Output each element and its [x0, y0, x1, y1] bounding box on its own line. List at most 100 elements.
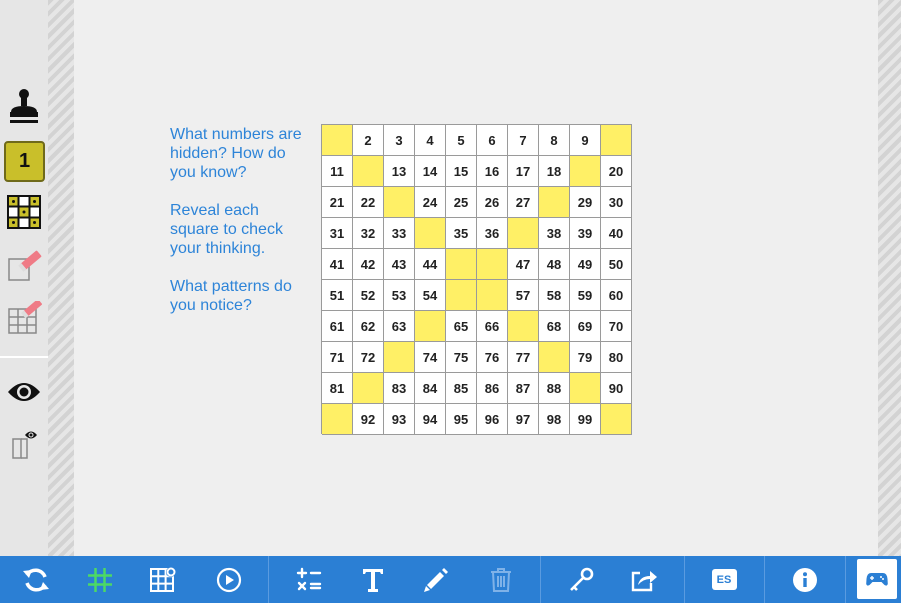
number-cell[interactable]: 42 — [353, 249, 384, 280]
number-cell[interactable]: 11 — [322, 156, 353, 187]
number-cell[interactable]: 50 — [601, 249, 632, 280]
number-cell[interactable]: 36 — [477, 218, 508, 249]
hidden-number-cell[interactable] — [601, 404, 632, 435]
number-cell[interactable]: 16 — [477, 156, 508, 187]
number-cell[interactable]: 74 — [415, 342, 446, 373]
number-cell[interactable]: 27 — [508, 187, 539, 218]
number-cell[interactable]: 75 — [446, 342, 477, 373]
number-cell[interactable]: 30 — [601, 187, 632, 218]
number-cell[interactable]: 41 — [322, 249, 353, 280]
language-button[interactable]: ES — [702, 556, 746, 603]
number-cell[interactable]: 98 — [539, 404, 570, 435]
number-cell[interactable]: 79 — [570, 342, 601, 373]
number-cell[interactable]: 85 — [446, 373, 477, 404]
number-cell[interactable]: 96 — [477, 404, 508, 435]
number-cell[interactable]: 5 — [446, 125, 477, 156]
number-cell[interactable]: 72 — [353, 342, 384, 373]
number-cell[interactable]: 47 — [508, 249, 539, 280]
number-cell[interactable]: 94 — [415, 404, 446, 435]
number-cell[interactable]: 83 — [384, 373, 415, 404]
number-cell[interactable]: 15 — [446, 156, 477, 187]
number-cell[interactable]: 66 — [477, 311, 508, 342]
hidden-number-cell[interactable] — [322, 404, 353, 435]
erase-grid-tool-button[interactable] — [4, 298, 44, 338]
number-cell[interactable]: 77 — [508, 342, 539, 373]
number-cell[interactable]: 80 — [601, 342, 632, 373]
hidden-number-cell[interactable] — [477, 280, 508, 311]
number-cell[interactable]: 68 — [539, 311, 570, 342]
number-cell[interactable]: 44 — [415, 249, 446, 280]
number-cell[interactable]: 18 — [539, 156, 570, 187]
number-cell[interactable]: 57 — [508, 280, 539, 311]
number-cell[interactable]: 59 — [570, 280, 601, 311]
number-cell[interactable]: 69 — [570, 311, 601, 342]
hidden-number-cell[interactable] — [508, 311, 539, 342]
number-cell[interactable]: 33 — [384, 218, 415, 249]
hidden-number-cell[interactable] — [570, 373, 601, 404]
reveal-square-tool-button[interactable] — [4, 424, 44, 464]
number-cell[interactable]: 99 — [570, 404, 601, 435]
number-cell[interactable]: 87 — [508, 373, 539, 404]
number-cell[interactable]: 61 — [322, 311, 353, 342]
number-cell[interactable]: 21 — [322, 187, 353, 218]
number-cell[interactable]: 58 — [539, 280, 570, 311]
hidden-number-cell[interactable] — [415, 218, 446, 249]
operations-button[interactable] — [287, 556, 331, 603]
hidden-number-cell[interactable] — [353, 373, 384, 404]
number-cell[interactable]: 92 — [353, 404, 384, 435]
number-cell[interactable]: 20 — [601, 156, 632, 187]
number-cell[interactable]: 40 — [601, 218, 632, 249]
hidden-number-cell[interactable] — [384, 187, 415, 218]
number-cell[interactable]: 97 — [508, 404, 539, 435]
games-button[interactable] — [857, 559, 897, 599]
number-cell[interactable]: 81 — [322, 373, 353, 404]
hidden-number-cell[interactable] — [353, 156, 384, 187]
number-cell[interactable]: 88 — [539, 373, 570, 404]
number-cell[interactable]: 24 — [415, 187, 446, 218]
number-cell[interactable]: 13 — [384, 156, 415, 187]
stamp-tool-button[interactable] — [4, 86, 44, 126]
number-cell[interactable]: 3 — [384, 125, 415, 156]
hidden-number-cell[interactable] — [446, 249, 477, 280]
number-cell[interactable]: 48 — [539, 249, 570, 280]
number-cell[interactable]: 70 — [601, 311, 632, 342]
number-cell[interactable]: 29 — [570, 187, 601, 218]
text-tool-button[interactable] — [351, 556, 395, 603]
number-cell[interactable]: 26 — [477, 187, 508, 218]
number-cell[interactable]: 25 — [446, 187, 477, 218]
number-tool-button[interactable]: 1 — [4, 141, 45, 182]
pencil-tool-button[interactable] — [414, 556, 458, 603]
pattern-grid-tool-button[interactable] — [4, 192, 44, 232]
grid-toggle-button[interactable] — [78, 556, 122, 603]
number-cell[interactable]: 60 — [601, 280, 632, 311]
hidden-number-cell[interactable] — [570, 156, 601, 187]
number-cell[interactable]: 43 — [384, 249, 415, 280]
number-cell[interactable]: 8 — [539, 125, 570, 156]
number-cell[interactable]: 6 — [477, 125, 508, 156]
hidden-number-cell[interactable] — [539, 342, 570, 373]
number-cell[interactable]: 9 — [570, 125, 601, 156]
hidden-number-cell[interactable] — [539, 187, 570, 218]
number-cell[interactable]: 90 — [601, 373, 632, 404]
number-cell[interactable]: 65 — [446, 311, 477, 342]
hidden-number-cell[interactable] — [601, 125, 632, 156]
info-button[interactable] — [783, 556, 827, 603]
number-cell[interactable]: 93 — [384, 404, 415, 435]
number-cell[interactable]: 95 — [446, 404, 477, 435]
number-cell[interactable]: 54 — [415, 280, 446, 311]
number-cell[interactable]: 32 — [353, 218, 384, 249]
erase-square-tool-button[interactable] — [4, 246, 44, 286]
number-cell[interactable]: 35 — [446, 218, 477, 249]
number-cell[interactable]: 2 — [353, 125, 384, 156]
reveal-all-tool-button[interactable] — [4, 372, 44, 412]
number-cell[interactable]: 63 — [384, 311, 415, 342]
share-button[interactable] — [622, 556, 666, 603]
delete-button[interactable] — [479, 556, 523, 603]
number-cell[interactable]: 71 — [322, 342, 353, 373]
number-cell[interactable]: 22 — [353, 187, 384, 218]
number-cell[interactable]: 51 — [322, 280, 353, 311]
key-button[interactable] — [559, 556, 603, 603]
number-cell[interactable]: 62 — [353, 311, 384, 342]
grid-settings-button[interactable] — [141, 556, 185, 603]
number-cell[interactable]: 52 — [353, 280, 384, 311]
